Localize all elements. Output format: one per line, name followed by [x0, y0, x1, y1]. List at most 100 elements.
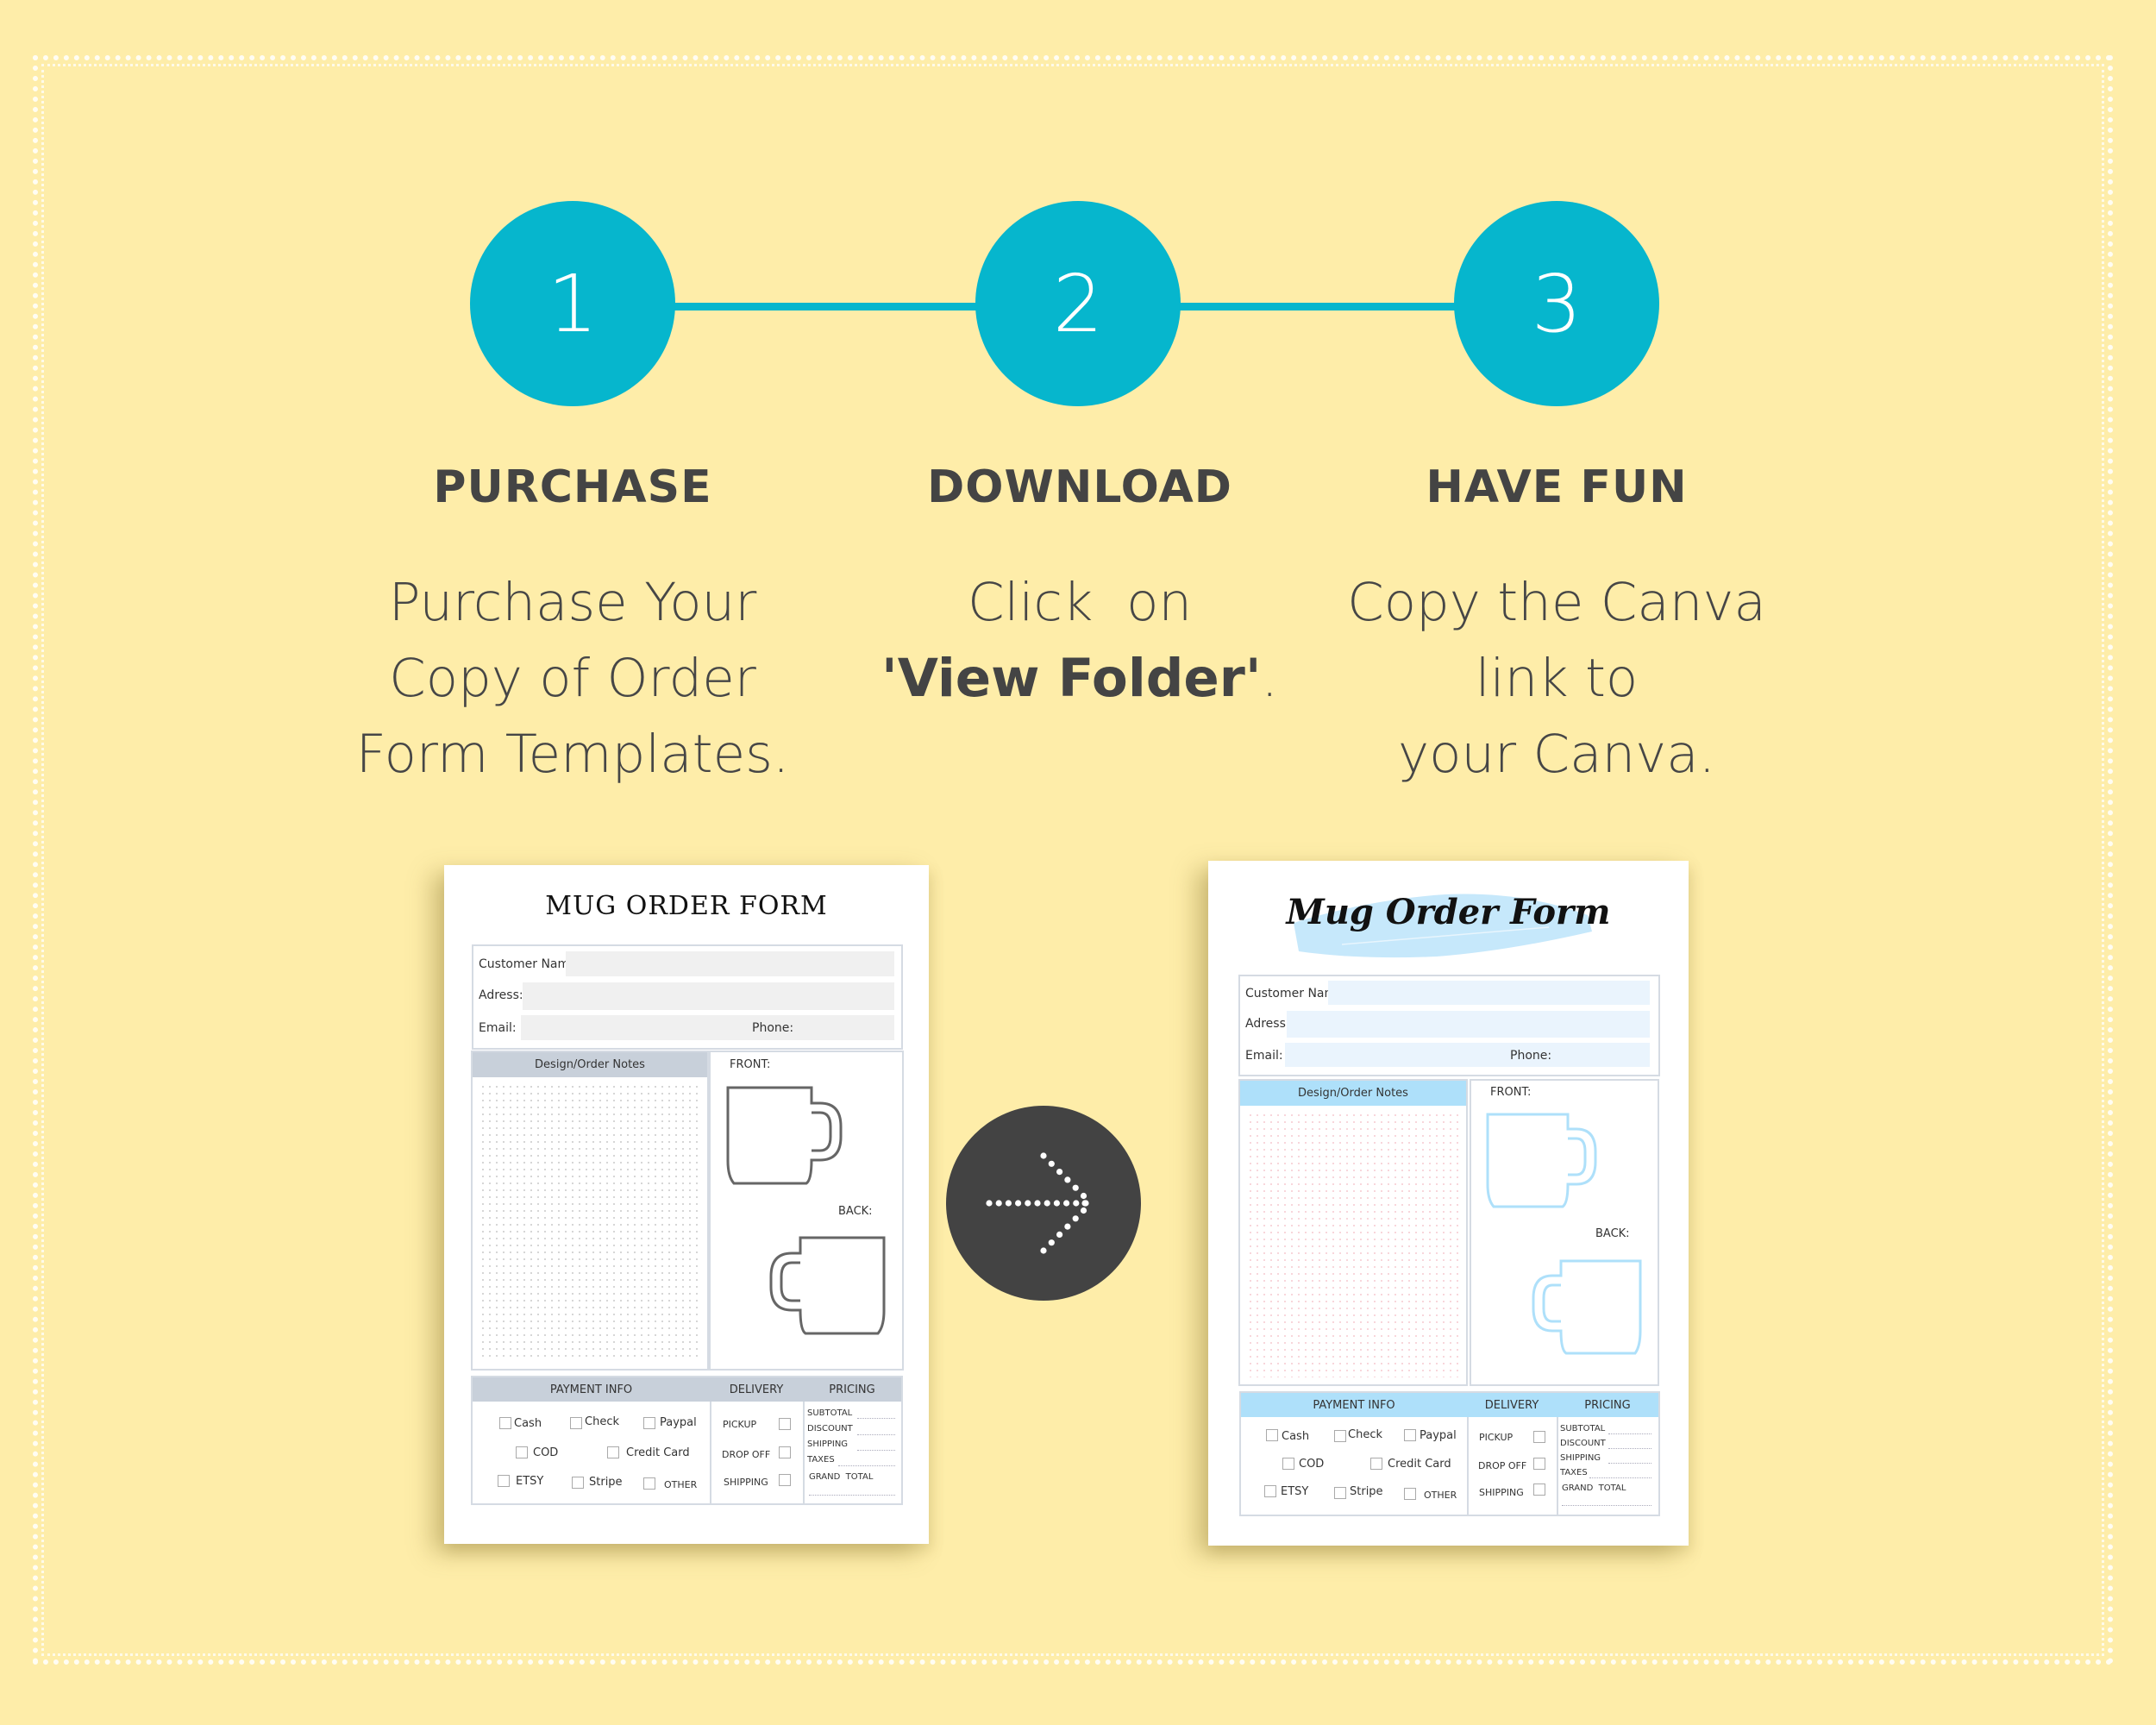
- step-3-line: link to: [1475, 648, 1639, 709]
- step-connector-2-3: [1173, 303, 1462, 310]
- mug-back-icon: [1532, 1259, 1642, 1355]
- arrow-dot: [1048, 1239, 1055, 1246]
- checkbox-paypal[interactable]: [643, 1417, 655, 1429]
- checkbox-credit-card[interactable]: [1370, 1458, 1382, 1470]
- arrow-dot: [1034, 1200, 1041, 1207]
- checkbox-stripe[interactable]: [572, 1477, 584, 1489]
- checkbox-paypal[interactable]: [1404, 1429, 1416, 1441]
- step-1-circle: 1: [470, 201, 675, 406]
- option-label: Stripe: [589, 1476, 623, 1489]
- divider: [710, 1402, 711, 1503]
- option-label: COD: [1299, 1458, 1325, 1471]
- step-2-line: Click on: [967, 572, 1193, 633]
- form-title: MUG ORDER FORM: [545, 891, 828, 921]
- email-phone-field[interactable]: [1285, 1043, 1650, 1067]
- arrow-dot: [1044, 1200, 1050, 1207]
- address-field[interactable]: [1287, 1011, 1650, 1038]
- checkbox-cod[interactable]: [1282, 1458, 1294, 1470]
- pricing-subtotal: SUBTOTAL: [1560, 1424, 1606, 1433]
- mug-back-icon: [769, 1236, 886, 1335]
- address-label: Adress:: [1245, 1017, 1290, 1031]
- checkbox-etsy[interactable]: [498, 1475, 510, 1487]
- pricing-shipping: SHIPPING: [1560, 1453, 1601, 1463]
- checkbox-pickup[interactable]: [779, 1418, 791, 1430]
- checkbox-cod[interactable]: [516, 1446, 528, 1458]
- pricing-line: [1608, 1448, 1651, 1449]
- option-label: Cash: [514, 1417, 542, 1430]
- option-label: ETSY: [516, 1475, 544, 1488]
- pricing-grand-total: GRAND TOTAL: [1562, 1484, 1626, 1493]
- divider: [1557, 1417, 1558, 1515]
- pricing-shipping: SHIPPING: [807, 1440, 849, 1449]
- delivery-label: SHIPPING: [724, 1477, 768, 1488]
- address-field[interactable]: [523, 982, 894, 1010]
- checkbox-drop-off[interactable]: [1533, 1458, 1545, 1470]
- delivery-header: DELIVERY: [1467, 1393, 1557, 1417]
- delivery-header: DELIVERY: [710, 1377, 803, 1402]
- design-notes-header: Design/Order Notes: [1240, 1081, 1466, 1106]
- checkbox-check[interactable]: [1334, 1430, 1346, 1442]
- design-notes-panel: Design/Order Notes: [471, 1051, 709, 1371]
- customer-name-field[interactable]: [566, 951, 894, 976]
- checkbox-pickup[interactable]: [1533, 1431, 1545, 1443]
- design-notes-header: Design/Order Notes: [473, 1052, 707, 1077]
- mug-front-icon: [726, 1086, 843, 1185]
- checkbox-shipping[interactable]: [779, 1474, 791, 1486]
- dot-grid[interactable]: [479, 1083, 700, 1362]
- option-label: Paypal: [660, 1416, 697, 1429]
- checkbox-shipping[interactable]: [1533, 1484, 1545, 1496]
- pricing-line: [857, 1434, 895, 1435]
- checkbox-drop-off[interactable]: [779, 1446, 791, 1458]
- checkbox-credit-card[interactable]: [607, 1446, 619, 1458]
- step-3-description: Copy the Canva link to your Canva.: [1289, 565, 1824, 793]
- arrow-dot: [1015, 1200, 1022, 1207]
- view-folder-emphasis: 'View Folder': [881, 648, 1262, 709]
- step-1-description: Purchase Your Copy of Order Form Templat…: [305, 565, 840, 793]
- arrow-dot: [1048, 1160, 1055, 1167]
- pricing-taxes: TAXES: [1560, 1468, 1588, 1477]
- arrow-dot: [1040, 1152, 1047, 1159]
- pricing-line: [857, 1418, 895, 1419]
- design-notes-panel: Design/Order Notes: [1238, 1079, 1468, 1386]
- delivery-label: DROP OFF: [1478, 1460, 1527, 1471]
- step-2-description: Click on 'View Folder'.: [812, 565, 1347, 717]
- pricing-discount: DISCOUNT: [807, 1424, 853, 1433]
- address-label: Adress:: [479, 988, 523, 1002]
- step-connector-1-2: [673, 303, 983, 310]
- customer-info-box: Customer Name: Adress: Email: Phone:: [472, 944, 903, 1050]
- checkbox-cash[interactable]: [1266, 1429, 1278, 1441]
- checkbox-etsy[interactable]: [1264, 1485, 1276, 1497]
- arrow-dot: [1056, 1231, 1063, 1238]
- checkbox-other[interactable]: [643, 1477, 655, 1490]
- front-label: FRONT:: [730, 1058, 771, 1071]
- customer-name-field[interactable]: [1328, 981, 1650, 1005]
- email-phone-field[interactable]: [521, 1015, 894, 1040]
- step-1-line: Copy of Order: [389, 648, 756, 709]
- checkbox-check[interactable]: [570, 1417, 582, 1429]
- step-2-line: 'View Folder'.: [881, 648, 1278, 709]
- step-1-line: Form Templates.: [355, 724, 790, 785]
- delivery-label: PICKUP: [1479, 1432, 1514, 1443]
- pricing-subtotal: SUBTOTAL: [807, 1408, 853, 1418]
- pricing-line: [1608, 1463, 1651, 1464]
- option-label: COD: [533, 1446, 559, 1459]
- checkbox-other[interactable]: [1404, 1488, 1416, 1500]
- pricing-discount: DISCOUNT: [1560, 1439, 1606, 1448]
- email-label: Email:: [479, 1021, 517, 1035]
- step-3-title: HAVE FUN: [1426, 461, 1688, 513]
- payment-info-header: PAYMENT INFO: [473, 1377, 710, 1402]
- arrow-dot: [1005, 1200, 1012, 1207]
- mug-front-icon: [1486, 1113, 1597, 1208]
- checkbox-cash[interactable]: [499, 1417, 511, 1429]
- arrow-dot: [1063, 1200, 1070, 1207]
- option-label: ETSY: [1281, 1485, 1309, 1498]
- pricing-header: PRICING: [803, 1377, 901, 1402]
- pricing-line: [1608, 1433, 1651, 1434]
- divider: [1467, 1417, 1469, 1515]
- dot-grid[interactable]: [1247, 1112, 1459, 1377]
- pricing-line: [809, 1495, 895, 1496]
- form-title: Mug Order Form: [1286, 892, 1611, 932]
- checkbox-stripe[interactable]: [1334, 1487, 1346, 1499]
- arrow-dot: [1056, 1169, 1063, 1176]
- arrow-dot: [1064, 1223, 1071, 1230]
